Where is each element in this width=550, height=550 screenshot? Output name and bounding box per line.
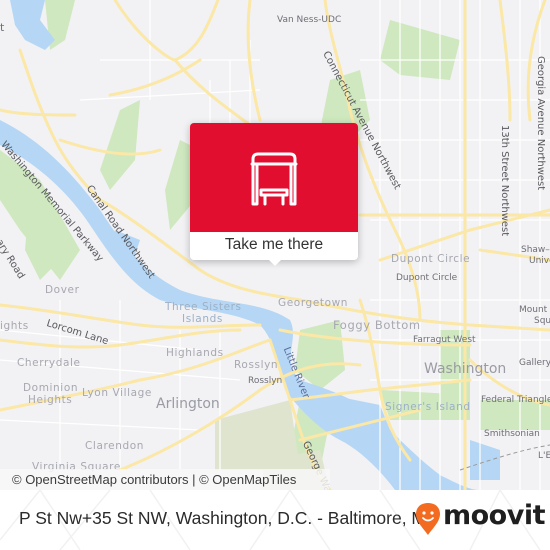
map-label-signers-island: Signer's Island: [385, 401, 471, 413]
map-label-rosslyn-station: Rosslyn: [248, 376, 283, 386]
bus-stop-shelter-icon: [250, 152, 298, 206]
map-label-heights: ights: [0, 320, 29, 332]
map-label-gallery-place: Gallery: [519, 358, 550, 368]
map-label-shaw-university: Unive: [529, 256, 550, 266]
stop-popup: Take me there: [190, 123, 358, 266]
moovit-map-card: t Van Ness-UDC Connecticut Avenue Northw…: [0, 0, 550, 550]
map-label-dominion-heights: Heights: [28, 394, 73, 406]
map-label-shaw: Shaw–H: [521, 245, 550, 255]
map-label-dominion: Dominion: [23, 382, 79, 394]
map[interactable]: t Van Ness-UDC Connecticut Avenue Northw…: [0, 0, 550, 490]
map-label-clarendon: Clarendon: [85, 440, 145, 452]
take-me-there-button[interactable]: Take me there: [190, 232, 358, 260]
map-label-cherrydale: Cherrydale: [17, 357, 81, 369]
map-label-dupont-circle-station: Dupont Circle: [396, 273, 458, 283]
popup-header: [190, 123, 358, 232]
map-attribution[interactable]: © OpenStreetMap contributors | © OpenMap…: [0, 469, 330, 490]
map-label-partial: t: [0, 21, 5, 34]
map-label-smithsonian: Smithsonian: [484, 429, 540, 439]
map-label-georgetown: Georgetown: [278, 297, 349, 309]
map-label-rosslyn-neighborhood: Rosslyn: [234, 359, 279, 371]
map-label-three-sisters-islands: Islands: [182, 313, 223, 325]
map-label-dupont-circle-neighborhood: Dupont Circle: [391, 253, 471, 265]
map-label-arlington: Arlington: [156, 396, 220, 412]
popup-pointer: [266, 257, 284, 266]
map-label-farragut-west: Farragut West: [413, 335, 476, 345]
road-label-13th-street: 13th Street Northwest: [499, 125, 510, 237]
map-label-three-sisters: Three Sisters: [165, 301, 242, 313]
road-label-georgia-avenue: Georgia Avenue Northwest: [535, 56, 546, 191]
map-label-highlands: Highlands: [166, 347, 224, 359]
moovit-wordmark[interactable]: moovit: [443, 500, 546, 531]
map-label-lyon-village: Lyon Village: [82, 387, 152, 399]
footer: P St Nw+35 St NW, Washington, D.C. - Bal…: [0, 490, 550, 550]
map-label-dover: Dover: [45, 284, 80, 296]
map-label-van-ness-udc: Van Ness-UDC: [277, 15, 342, 25]
stop-title: P St Nw+35 St NW, Washington, D.C. - Bal…: [19, 508, 439, 528]
map-label-mount-vernon-square: Squ: [534, 316, 550, 326]
moovit-pin-logo-icon: [416, 503, 440, 535]
map-label-mount-vernon: Mount V: [519, 305, 550, 315]
map-label-foggy-bottom: Foggy Bottom: [333, 318, 421, 332]
map-label-lenfant: L'E: [538, 451, 550, 461]
map-label-federal-triangle: Federal Triangle: [481, 395, 550, 405]
map-label-washington: Washington: [424, 361, 507, 377]
